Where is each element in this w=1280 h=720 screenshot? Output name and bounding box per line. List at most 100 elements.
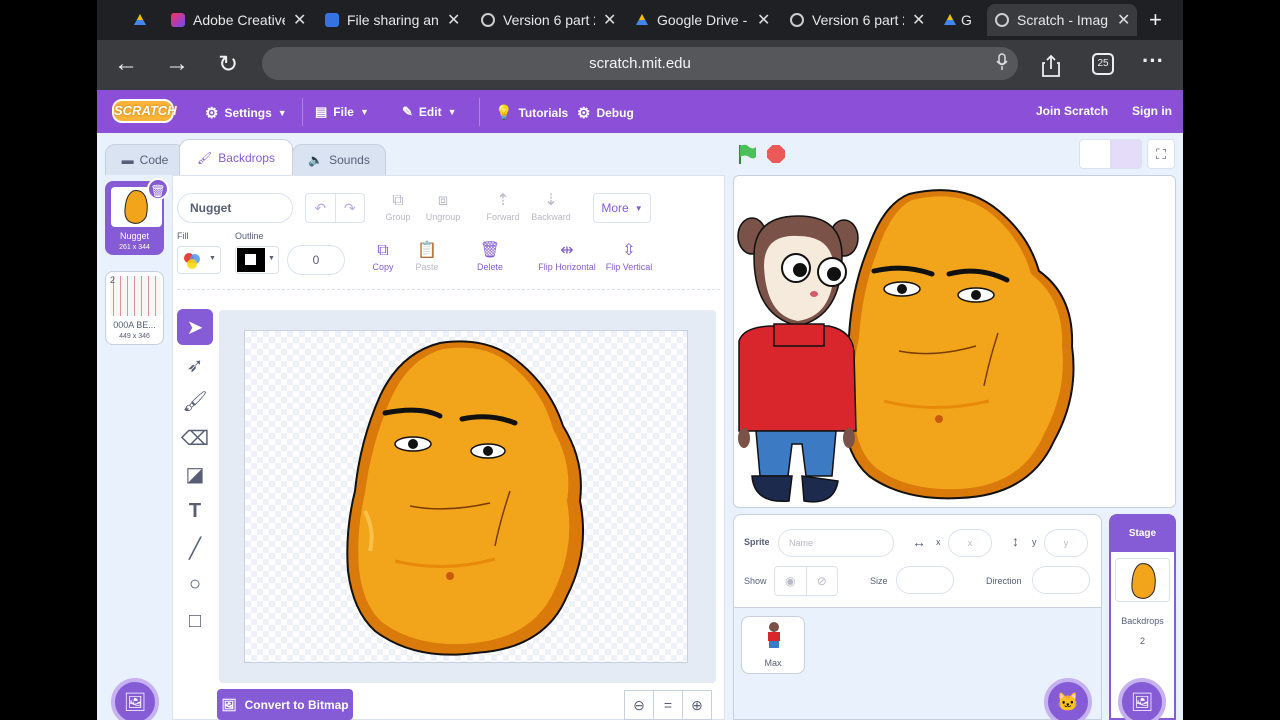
paint-bucket-icon: ◪ [185,463,205,486]
sprite-name: Max [764,658,782,668]
eraser-tool[interactable]: ⌫ [177,420,213,456]
paste-button[interactable]: 📋 Paste [409,240,445,272]
debug-button[interactable]: ⚙ Debug [577,104,634,122]
tab-version6-b[interactable]: Version 6 part 2 ✕ [782,4,932,36]
join-scratch-link[interactable]: Join Scratch [1036,104,1108,118]
backdrop-tile[interactable]: 2 000A BE... 449 x 346 [105,271,164,345]
x-input[interactable]: x [948,529,992,557]
costume-name-input[interactable]: Nugget [177,193,293,223]
new-tab-button[interactable]: + [1149,7,1162,33]
close-icon[interactable]: ✕ [1117,10,1130,30]
zoom-out-button[interactable]: ⊖ [624,690,654,720]
tab-sounds[interactable]: 🔈 Sounds [292,144,386,176]
add-backdrop-button[interactable]: 🖼 [111,678,159,720]
more-options-icon[interactable]: ··· [1142,48,1164,74]
zoom-in-button[interactable]: ⊕ [682,690,712,720]
microphone-icon[interactable] [996,53,1008,76]
outline-color-picker[interactable]: ▼ [235,246,279,274]
reshape-tool[interactable]: ➶ [177,347,213,383]
fill-color-picker[interactable]: ▼ [177,246,221,274]
rectangle-tool[interactable]: □ [177,603,213,639]
tab-label: Adobe Creative [193,12,285,28]
fill-label: Fill [177,231,189,241]
ungroup-label: Ungroup [425,212,461,222]
size-input[interactable] [896,566,954,594]
y-input[interactable]: y [1044,529,1088,557]
tutorials-button[interactable]: 💡 Tutorials [495,104,568,121]
eye-icon[interactable]: ◉ [775,567,807,595]
show-label: Show [744,576,767,586]
large-stage-button[interactable] [1110,139,1142,169]
close-icon[interactable]: ✕ [293,10,306,30]
select-tool[interactable]: ➤ [177,309,213,345]
backward-button[interactable]: ⇣ Backward [528,190,574,222]
tab-file-sharing[interactable]: File sharing and ✕ [317,4,467,36]
copy-button[interactable]: ⧉ Copy [365,240,401,272]
share-icon[interactable] [1041,54,1061,83]
drawing-canvas[interactable] [244,330,688,663]
tab-code[interactable]: ▬ Code [105,144,185,176]
delete-backdrop-button[interactable]: 🗑 [147,178,169,200]
convert-to-bitmap-button[interactable]: 🖼 Convert to Bitmap [217,689,353,720]
direction-input[interactable] [1032,566,1090,594]
lightbulb-icon: 💡 [495,104,513,120]
tab-g[interactable]: G [935,4,985,36]
forward-button[interactable]: ⇡ Forward [483,190,523,222]
trash-icon: 🗑 [150,184,166,198]
small-stage-button[interactable] [1079,139,1111,169]
tab-version6-a[interactable]: Version 6 part 2 ✕ [473,4,623,36]
direction-label: Direction [986,576,1022,586]
edit-menu[interactable]: ✎ Edit ▼ [402,104,457,120]
tab-backdrops[interactable]: 🖌 Backdrops [179,139,293,176]
reload-icon[interactable]: ↻ [213,50,243,79]
sprite-tile[interactable]: Max [741,616,805,674]
circle-tool[interactable]: ○ [177,566,213,602]
close-icon[interactable]: ✕ [912,10,925,30]
line-tool[interactable]: ╱ [177,530,213,566]
close-icon[interactable]: ✕ [603,10,616,30]
scratch-logo[interactable]: SCRATCH [112,99,177,123]
add-sprite-button[interactable]: 🐱 [1044,678,1092,720]
close-icon[interactable]: ✕ [757,10,770,30]
tab-adobe[interactable]: Adobe Creative ✕ [163,4,313,36]
stage-thumbnail [1115,558,1170,602]
flip-horizontal-button[interactable]: ⇹ Flip Horizontal [535,240,599,272]
sign-in-link[interactable]: Sign in [1132,104,1172,118]
redo-icon[interactable]: ↷ [336,194,365,222]
flip-vertical-label: Flip Vertical [605,262,653,272]
sprite-name-input[interactable]: Name [778,529,894,557]
outline-swatch-inner [245,254,256,265]
outline-width-input[interactable]: 0 [287,245,345,275]
more-dropdown[interactable]: More ▼ [593,193,651,223]
close-icon[interactable]: ✕ [447,10,460,30]
eye-off-icon[interactable]: ⊘ [807,567,838,595]
back-arrow-icon[interactable]: ← [111,50,141,78]
ungroup-button[interactable]: ⧈ Ungroup [423,190,463,222]
stop-icon[interactable] [767,145,785,163]
brush-tool[interactable]: 🖌 [177,383,213,419]
zoom-reset-button[interactable]: = [653,690,683,720]
forward-arrow-icon[interactable]: → [162,50,192,78]
undo-icon[interactable]: ↶ [306,194,336,222]
flip-vertical-button[interactable]: ⇳ Flip Vertical [603,240,655,272]
fullscreen-icon[interactable]: ⛶ [1147,139,1175,169]
x-placeholder: x [967,538,973,548]
divider [479,98,480,126]
url-bar[interactable]: scratch.mit.edu [262,47,1018,80]
tab-scratch[interactable]: Scratch - Imag ✕ [987,4,1137,36]
tab-count-button[interactable]: 25 [1092,53,1114,75]
file-menu[interactable]: ▤ File ▼ [315,104,369,120]
fill-tool[interactable]: ◪ [177,456,213,492]
forward-label: Forward [486,212,520,222]
caret-down-icon: ▼ [209,255,216,262]
tab-label: Sounds [329,153,370,167]
group-button[interactable]: ⧉ Group [381,190,415,222]
delete-button[interactable]: 🗑 Delete [471,240,509,272]
stage[interactable] [733,175,1176,508]
settings-menu[interactable]: ⚙ Settings ▼ [205,104,287,122]
add-backdrop-stage-button[interactable]: 🖼 [1118,678,1166,720]
green-flag-icon[interactable] [736,143,758,170]
tab-google-drive-2[interactable]: Google Drive - ✕ [627,4,777,36]
y-placeholder: y [1063,538,1069,548]
text-tool[interactable]: T [177,493,213,529]
